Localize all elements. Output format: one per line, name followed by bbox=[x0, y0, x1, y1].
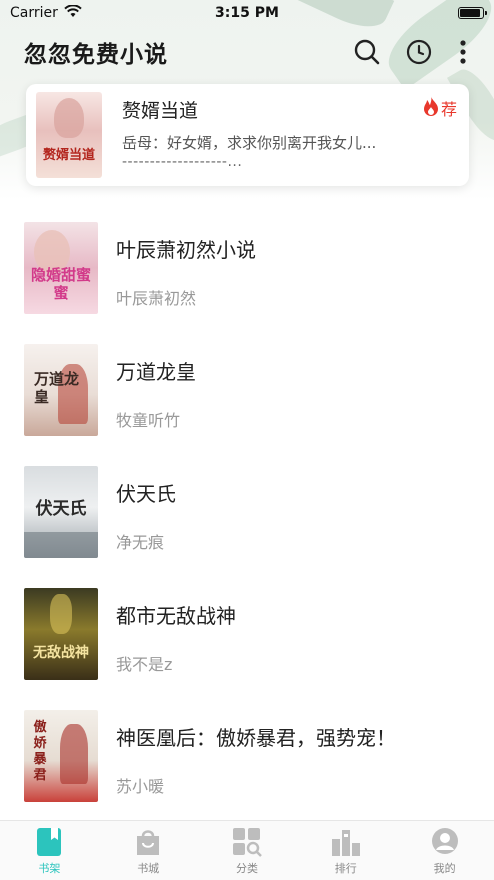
bottom-tab-bar: 书架 书城 分类 排行 我的 bbox=[0, 820, 494, 880]
bookstore-icon bbox=[133, 827, 163, 857]
ranking-icon bbox=[331, 827, 361, 857]
book-author: 叶辰萧初然 bbox=[116, 289, 197, 308]
tab-profile[interactable]: 我的 bbox=[395, 821, 494, 880]
hot-badge: 荐 bbox=[423, 96, 457, 120]
tab-bookstore[interactable]: 书城 bbox=[99, 821, 198, 880]
book-cover-title: 傲娇暴君 bbox=[33, 720, 47, 783]
book-cover: 伏天氏 bbox=[24, 466, 98, 558]
tab-label: 排行 bbox=[334, 862, 357, 875]
book-cover-title: 万道龙皇 bbox=[34, 370, 80, 406]
book-cover-title: 伏天氏 bbox=[35, 499, 87, 519]
tab-ranking[interactable]: 排行 bbox=[296, 821, 395, 880]
book-title: 都市无敌战神 bbox=[116, 604, 236, 628]
book-cover: 隐婚甜蜜蜜 bbox=[24, 222, 98, 314]
recommend-badge-label: 荐 bbox=[440, 100, 457, 119]
tab-category[interactable]: 分类 bbox=[198, 821, 297, 880]
tab-label: 书城 bbox=[137, 862, 160, 875]
tab-label: 我的 bbox=[433, 862, 456, 875]
book-cover-title: 隐婚甜蜜蜜 bbox=[30, 266, 91, 302]
recommend-description: 岳母：好女婿，求求你别离开我女儿... bbox=[122, 134, 377, 152]
profile-icon bbox=[430, 827, 460, 857]
search-icon[interactable] bbox=[352, 37, 382, 67]
app-title: 忽忽免费小说 bbox=[24, 42, 168, 68]
history-clock-icon[interactable] bbox=[404, 37, 434, 67]
fire-icon bbox=[423, 96, 439, 120]
book-title: 神医凰后：傲娇暴君，强势宠！ bbox=[116, 726, 396, 750]
book-cover: 万道龙皇 bbox=[24, 344, 98, 436]
book-cover: 傲娇暴君 bbox=[24, 710, 98, 802]
book-title: 伏天氏 bbox=[116, 482, 176, 506]
tab-label: 书架 bbox=[38, 862, 61, 875]
book-author: 苏小暖 bbox=[116, 777, 165, 796]
status-bar: Carrier 3:15 PM bbox=[0, 0, 494, 26]
book-author: 牧童听竹 bbox=[116, 411, 181, 430]
book-author: 净无痕 bbox=[116, 533, 165, 552]
bookshelf-list: 隐婚甜蜜蜜 叶辰萧初然小说 叶辰萧初然 万道龙皇 万道龙皇 牧童听竹 伏天氏 伏… bbox=[0, 210, 494, 820]
recommend-description-dashes: -------------------... bbox=[122, 154, 243, 170]
book-title: 万道龙皇 bbox=[116, 360, 196, 384]
recommend-cover-title: 赘婿当道 bbox=[42, 148, 95, 163]
battery-icon bbox=[458, 7, 487, 19]
book-item[interactable]: 隐婚甜蜜蜜 叶辰萧初然小说 叶辰萧初然 bbox=[0, 210, 494, 332]
app-header: 忽忽免费小说 bbox=[0, 32, 494, 72]
book-item[interactable]: 无敌战神 都市无敌战神 我不是z bbox=[0, 576, 494, 698]
status-time: 3:15 PM bbox=[215, 5, 279, 21]
more-menu-icon[interactable] bbox=[456, 37, 470, 67]
book-author: 我不是z bbox=[116, 655, 173, 674]
book-cover-title: 无敌战神 bbox=[33, 645, 89, 661]
tab-label: 分类 bbox=[235, 862, 258, 875]
recommend-card[interactable]: 赘婿当道 赘婿当道 岳母：好女婿，求求你别离开我女儿... ----------… bbox=[26, 84, 469, 186]
tab-bookshelf[interactable]: 书架 bbox=[0, 821, 99, 880]
book-item[interactable]: 傲娇暴君 神医凰后：傲娇暴君，强势宠！ 苏小暖 bbox=[0, 698, 494, 820]
recommend-title: 赘婿当道 bbox=[122, 100, 199, 122]
book-item[interactable]: 万道龙皇 万道龙皇 牧童听竹 bbox=[0, 332, 494, 454]
recommend-book-cover: 赘婿当道 bbox=[36, 92, 102, 178]
book-title: 叶辰萧初然小说 bbox=[116, 238, 256, 262]
category-icon bbox=[232, 827, 262, 857]
book-item[interactable]: 伏天氏 伏天氏 净无痕 bbox=[0, 454, 494, 576]
book-cover: 无敌战神 bbox=[24, 588, 98, 680]
bookshelf-icon bbox=[34, 827, 64, 857]
